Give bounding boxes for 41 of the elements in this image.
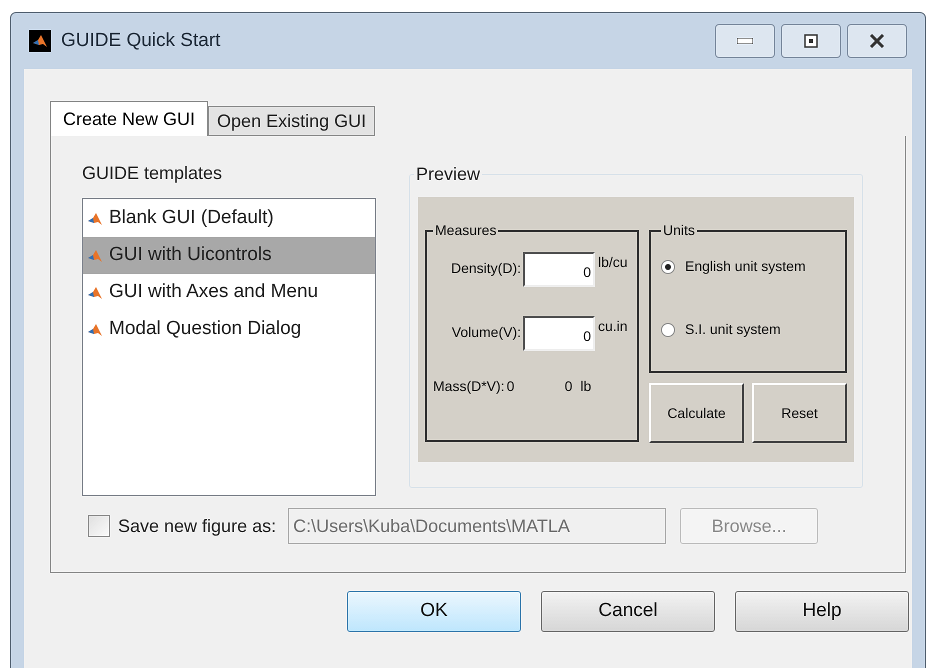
radio-button[interactable]: [661, 322, 675, 336]
measure-label: Density(D):: [450, 259, 522, 278]
unit-label: cu.in: [597, 317, 628, 336]
minimize-icon: [737, 38, 753, 44]
restore-icon: [804, 34, 818, 48]
dialog-button[interactable]: Help: [735, 591, 909, 632]
save-label: Save new figure as:: [118, 514, 276, 538]
minimize-button[interactable]: [715, 24, 775, 58]
close-icon: [869, 34, 885, 48]
unit-radio[interactable]: English unit system: [661, 256, 845, 277]
template-item[interactable]: Blank GUI (Default): [83, 200, 375, 237]
unit-label: lb/cu: [597, 253, 628, 272]
measure-label: Volume(V):: [450, 323, 522, 342]
mass-label: Mass(D*V):: [433, 377, 505, 396]
preview-button[interactable]: Calculate: [649, 383, 744, 443]
dialog-button[interactable]: Cancel: [541, 591, 715, 632]
mass-result: 0: [564, 377, 572, 396]
templates-listbox[interactable]: Blank GUI (Default) GUI with Uicontrols GUI with Axes and Menu Modal Question Dialog: [82, 198, 376, 496]
matlab-icon: [87, 248, 103, 264]
matlab-icon: [87, 284, 103, 300]
close-button[interactable]: [847, 24, 907, 58]
radio-button[interactable]: [661, 260, 675, 274]
dialog-button[interactable]: OK: [347, 591, 521, 632]
matlab-icon: [87, 322, 103, 338]
template-item[interactable]: Modal Question Dialog: [83, 311, 375, 348]
measure-field[interactable]: 0: [523, 316, 595, 351]
unit-radio[interactable]: S.I. unit system: [661, 319, 845, 340]
preview-button[interactable]: Reset: [752, 383, 847, 443]
template-item[interactable]: GUI with Uicontrols: [83, 237, 375, 274]
mass-value: 0: [506, 377, 516, 396]
tab[interactable]: Create New GUI: [50, 101, 208, 136]
tab[interactable]: Open Existing GUI: [208, 106, 376, 136]
templates-label: GUIDE templates: [82, 162, 224, 184]
template-item[interactable]: GUI with Axes and Menu: [83, 274, 375, 311]
units-label: Units: [661, 222, 697, 238]
maximize-button[interactable]: [781, 24, 841, 58]
matlab-icon: [87, 210, 103, 226]
measures-label: Measures: [433, 222, 498, 238]
mass-unit: lb: [579, 377, 592, 396]
measure-field[interactable]: 0: [523, 252, 595, 287]
window-title: GUIDE Quick Start: [61, 28, 220, 53]
